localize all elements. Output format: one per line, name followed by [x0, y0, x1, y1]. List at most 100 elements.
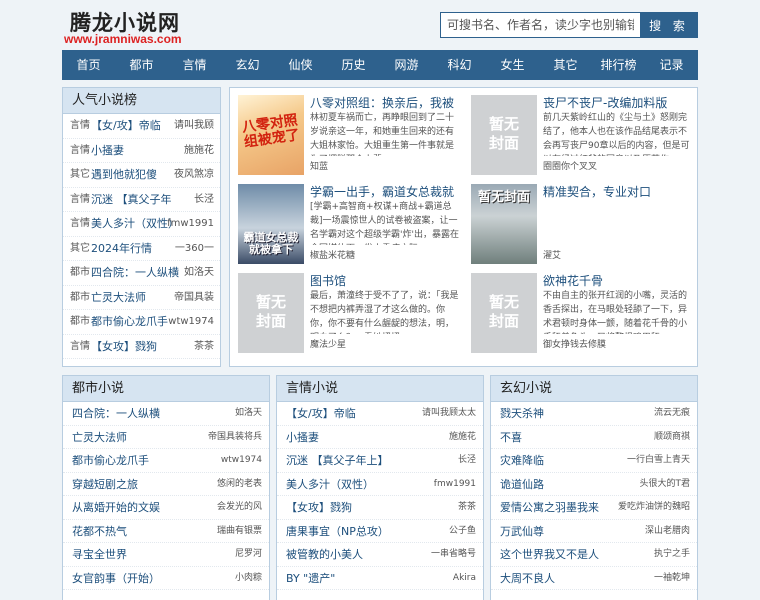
rank-book-link[interactable]: 【女/攻】帝临: [91, 114, 161, 139]
no-cover-placeholder[interactable]: 暂无封面: [238, 273, 304, 353]
book-author: 公子鱼: [448, 525, 476, 536]
no-cover-placeholder[interactable]: 暂无封面: [471, 273, 537, 353]
book-link[interactable]: 花都不热气: [72, 520, 127, 544]
book-link[interactable]: 诡道仙路: [500, 473, 544, 497]
rank-author: 一360一: [174, 242, 214, 254]
book-link[interactable]: 爱情公寓之羽墨我来: [500, 496, 599, 520]
list-item: 【女攻】戮狗 茶茶: [277, 496, 483, 520]
rank-category: 言情: [70, 218, 90, 229]
book-link[interactable]: 亡灵大法师: [72, 426, 127, 450]
featured-book: 暂无封面 欲神花千骨 不由自主的张开红润的小嘴，灵活的香舌探出，在马眼处轻舔了一…: [467, 269, 697, 354]
book-link[interactable]: 这个世界我又不是人: [500, 543, 599, 567]
book-author: 执宁之手: [653, 549, 690, 559]
book-link[interactable]: 寻宝全世界: [72, 543, 127, 567]
nav-kehuan[interactable]: 科幻: [433, 50, 486, 80]
book-link[interactable]: 美人多汁（双性）: [286, 473, 374, 497]
featured-book-title[interactable]: 图书馆: [310, 272, 346, 289]
rank-author: fmw1991: [167, 218, 214, 229]
featured-book-desc: 最后，萧潼终于受不了了，说：「我是不想把内裤弄湿了才这么做的。你你，你不要有什么…: [310, 291, 459, 334]
rank-book-link[interactable]: 小搔妻: [91, 139, 124, 164]
rank-book-link[interactable]: 2024年行情: [91, 237, 152, 262]
featured-book-title[interactable]: 丧尸不丧尸-改编加料版: [543, 94, 667, 111]
nav-wangyou[interactable]: 网游: [380, 50, 433, 80]
list-item: 亡灵大法师 帝国具装将兵: [63, 426, 269, 450]
rank-book-link[interactable]: 美人多汁（双性）: [91, 212, 179, 237]
list-item: 戮天杀神 流云无痕: [491, 402, 697, 426]
list-item: 其它 遇到他就犯傻 夜风煞凉: [63, 163, 220, 188]
book-cover-image[interactable]: 霸道女总裁就被拿下: [238, 184, 304, 264]
featured-book-desc: 林初夏车祸而亡，再睁眼回到了二十岁说亲这一年，和她重生回来的还有大姐林家怡。大姐…: [310, 113, 455, 156]
book-link[interactable]: 唐果事宜（NP总攻）: [286, 520, 389, 544]
rank-book-link[interactable]: 【女攻】戮狗: [91, 335, 157, 360]
nav-lishi[interactable]: 历史: [327, 50, 380, 80]
yanqing-novels-box: 言情小说 【女/攻】帝临 请叫我顾太太 小搔妻 施施花 沉迷 【真父子年上】 长泾 美…: [276, 375, 484, 600]
rank-author: 施施花: [184, 144, 214, 156]
list-item: 都市 亡灵大法师 帝国具装: [63, 286, 220, 311]
nav-home[interactable]: 首页: [62, 50, 115, 80]
featured-book-desc: 前几天紫岭红山的《尘与土》怒刚完结了，他本人也在该作品结尾表示不会再写丧尸90章…: [543, 113, 690, 156]
featured-book-title[interactable]: 欲神花千骨: [543, 272, 603, 289]
rank-book-link[interactable]: 遇到他就犯傻: [91, 163, 157, 188]
rank-book-link[interactable]: 四合院：一人纵横: [91, 261, 179, 286]
nav-history[interactable]: 记录: [645, 50, 698, 80]
book-link[interactable]: 女官韵事（开始）: [72, 567, 160, 591]
featured-book-author: 知蓝: [310, 162, 329, 172]
rank-author: 请叫我顾: [174, 120, 214, 131]
book-link[interactable]: 都市偷心龙爪手: [72, 449, 149, 473]
site-domain: www.jramniwas.com: [64, 32, 182, 46]
book-author: 请叫我顾太太: [421, 408, 476, 418]
book-cover-image[interactable]: 八零对照组被宠了: [238, 95, 304, 175]
rank-book-link[interactable]: 沉迷 【真父子年: [91, 188, 172, 213]
book-link[interactable]: 万武仙尊: [500, 520, 544, 544]
list-item: 言情 小搔妻 施施花: [63, 139, 220, 164]
list-item: 灾难降临 一行白雪上青天: [491, 449, 697, 473]
dushi-novels-title: 都市小说: [63, 376, 269, 402]
book-author: 施施花: [448, 431, 476, 442]
book-link[interactable]: 穿越短剧之旅: [72, 473, 138, 497]
featured-book-author: 御女挣钱去修膜: [543, 340, 607, 350]
book-link[interactable]: 不喜: [500, 426, 522, 450]
book-author: 一行白雪上青天: [626, 455, 690, 465]
book-link[interactable]: 【女/攻】帝临: [286, 402, 356, 426]
main-nav: 首页 都市 言情 玄幻 仙侠 历史 网游 科幻 女生 其它 排行榜 记录: [62, 50, 698, 80]
nav-xuanhuan[interactable]: 玄幻: [221, 50, 274, 80]
book-link[interactable]: 戮天杀神: [500, 402, 544, 426]
book-link[interactable]: 大周不良人: [500, 567, 555, 591]
featured-book-desc: [学霸+高智商+权谋+商战+霸道总裁]一场震惊世人的试卷被盗案，让一名学霸对这个…: [310, 202, 459, 245]
book-link[interactable]: 被管教的小美人: [286, 543, 363, 567]
list-item: 四合院：一人纵横 如洛天: [63, 402, 269, 426]
book-link[interactable]: 灾难降临: [500, 449, 544, 473]
featured-book-title[interactable]: 精准契合，专业对口: [543, 183, 651, 200]
book-link[interactable]: 沉迷 【真父子年上】: [286, 449, 389, 473]
book-link[interactable]: 从离婚开始的文娱: [72, 496, 160, 520]
rank-book-link[interactable]: 亡灵大法师: [91, 286, 146, 311]
book-link[interactable]: 【女攻】戮狗: [286, 496, 352, 520]
list-item: 都市偷心龙爪手 wtw1974: [63, 449, 269, 473]
list-item: 美人多汁（双性） fmw1991: [277, 473, 483, 497]
no-cover-text: 暂无封面: [488, 293, 519, 330]
featured-book-author: 圈圈你个叉叉: [543, 162, 598, 172]
nav-nvsheng[interactable]: 女生: [486, 50, 539, 80]
book-author: 一袖乾坤: [653, 572, 690, 583]
book-author: 悠闲的老表: [216, 478, 262, 489]
search-input[interactable]: [440, 12, 640, 38]
book-link[interactable]: BY "遗产": [286, 567, 335, 591]
book-author: 茶茶: [457, 502, 476, 512]
featured-books-box: 八零对照组被宠了 八零对照组：换亲后，我被 林初夏车祸而亡，再睁眼回到了二十岁说…: [229, 87, 698, 367]
nav-xianxia[interactable]: 仙侠: [274, 50, 327, 80]
book-link[interactable]: 四合院：一人纵横: [72, 402, 160, 426]
nav-ranking[interactable]: 排行榜: [592, 50, 645, 80]
rank-book-link[interactable]: 都市偷心龙爪手: [91, 310, 168, 335]
book-link[interactable]: 小搔妻: [286, 426, 319, 450]
rank-category: 言情: [70, 340, 90, 352]
featured-book-title[interactable]: 八零对照组：换亲后，我被: [310, 94, 454, 111]
nav-qita[interactable]: 其它: [539, 50, 592, 80]
no-cover-placeholder[interactable]: 暂无封面: [471, 95, 537, 175]
book-cover-image[interactable]: 暂无封面: [471, 184, 537, 264]
featured-book-title[interactable]: 学霸一出手，霸道女总裁就: [310, 183, 454, 200]
nav-yanqing[interactable]: 言情: [168, 50, 221, 80]
search-button[interactable]: 搜 索: [640, 12, 698, 38]
nav-dushi[interactable]: 都市: [115, 50, 168, 80]
rank-category: 都市: [70, 291, 90, 303]
cover-title-text: 八零对照组被宠了: [241, 112, 301, 151]
